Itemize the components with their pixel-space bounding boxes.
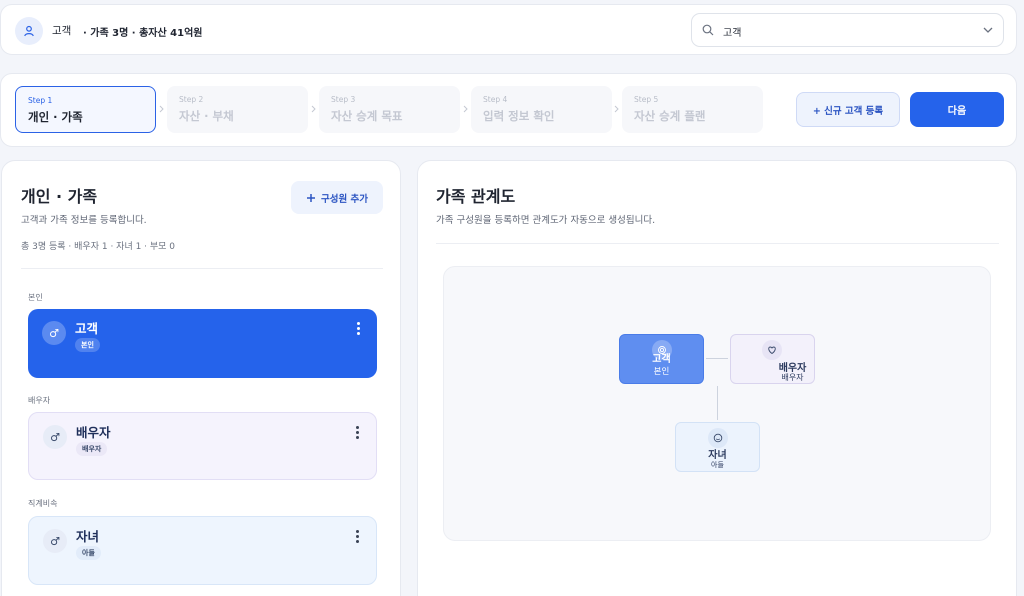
customer-name: 고객 xyxy=(52,25,72,37)
next-button[interactable]: 다음 xyxy=(910,92,1004,127)
member-name: 배우자 xyxy=(76,425,111,440)
more-vertical-icon[interactable] xyxy=(357,322,361,336)
chevron-right-icon xyxy=(159,105,164,113)
node-name: 고객 xyxy=(652,354,671,365)
panel-title: 개인 · 가족 xyxy=(21,187,98,206)
node-name: 자녀 xyxy=(708,450,727,461)
new-customer-button[interactable]: + 신규 고객 등록 xyxy=(796,92,900,127)
child-link xyxy=(717,386,718,420)
step-label: 자산 · 부채 xyxy=(179,109,234,123)
steps-bar: Step 1 개인 · 가족 Step 2 자산 · 부채 Step 3 자산 … xyxy=(0,73,1017,147)
step-5[interactable]: Step 5 자산 승계 플랜 xyxy=(622,86,763,133)
more-vertical-icon[interactable] xyxy=(356,426,360,440)
plus-icon xyxy=(306,193,315,202)
customer-summary: · 가족 3명 · 총자산 41억원 xyxy=(83,28,203,39)
step-number: Step 2 xyxy=(179,95,204,104)
chevron-right-icon xyxy=(311,105,316,113)
section-label-lineal: 직계비속 xyxy=(28,499,58,508)
customer-search-select[interactable]: 고객 xyxy=(691,13,1004,47)
step-4[interactable]: Step 4 입력 정보 확인 xyxy=(471,86,612,133)
family-members-panel: 개인 · 가족 고객과 가족 정보를 등록합니다. 총 3명 등록 · 배우자 … xyxy=(1,160,401,596)
step-label: 자산 승계 플랜 xyxy=(634,109,706,123)
step-number: Step 3 xyxy=(331,95,356,104)
family-tree-canvas: 고객 본인 배우자 배우자 자녀 아들 xyxy=(443,266,991,541)
spouse-link xyxy=(706,358,728,359)
search-value: 고객 xyxy=(723,28,742,39)
member-tag: 아들 xyxy=(76,546,101,560)
member-tag: 배우자 xyxy=(76,442,108,456)
panel-title: 가족 관계도 xyxy=(436,187,516,206)
section-label-self: 본인 xyxy=(28,293,43,302)
add-member-label: 구성원 추가 xyxy=(320,193,368,205)
member-card-child[interactable]: ♂ 자녀 아들 xyxy=(28,516,377,585)
member-card-self[interactable]: ♂ 고객 본인 xyxy=(28,309,377,378)
member-name: 자녀 xyxy=(76,529,100,544)
panel-description: 고객과 가족 정보를 등록합니다. xyxy=(21,215,147,226)
divider xyxy=(436,243,999,244)
more-vertical-icon[interactable] xyxy=(356,530,360,544)
step-2[interactable]: Step 2 자산 · 부채 xyxy=(167,86,308,133)
step-label: 개인 · 가족 xyxy=(28,110,83,124)
step-label: 입력 정보 확인 xyxy=(483,109,555,123)
tree-node-spouse[interactable]: 배우자 배우자 xyxy=(730,334,815,384)
step-number: Step 4 xyxy=(483,95,508,104)
step-1[interactable]: Step 1 개인 · 가족 xyxy=(15,86,156,133)
male-icon: ♂ xyxy=(43,529,67,553)
chevron-right-icon xyxy=(614,105,619,113)
node-role: 아들 xyxy=(711,461,724,469)
chevron-down-icon xyxy=(983,27,993,33)
member-card-spouse[interactable]: ♂ 배우자 배우자 xyxy=(28,412,377,480)
user-icon xyxy=(15,17,43,45)
tree-node-child[interactable]: 자녀 아들 xyxy=(675,422,760,472)
step-3[interactable]: Step 3 자산 승계 목표 xyxy=(319,86,460,133)
male-icon: ♂ xyxy=(43,425,67,449)
member-count: 총 3명 등록 · 배우자 1 · 자녀 1 · 부모 0 xyxy=(21,242,176,252)
chevron-right-icon xyxy=(463,105,468,113)
node-role: 본인 xyxy=(653,367,670,377)
step-number: Step 5 xyxy=(634,95,659,104)
tree-node-self[interactable]: 고객 본인 xyxy=(619,334,704,384)
top-bar: 고객 · 가족 3명 · 총자산 41억원 고객 xyxy=(0,4,1017,55)
smile-icon xyxy=(708,428,728,448)
node-role: 배우자 xyxy=(781,373,804,382)
step-label: 자산 승계 목표 xyxy=(331,109,403,123)
member-tag: 본인 xyxy=(75,338,100,352)
panel-description: 가족 구성원을 등록하면 관계도가 자동으로 생성됩니다. xyxy=(436,215,656,226)
male-icon: ♂ xyxy=(42,321,66,345)
add-member-button[interactable]: 구성원 추가 xyxy=(291,181,383,214)
divider xyxy=(21,268,383,269)
member-name: 고객 xyxy=(75,321,99,336)
heart-icon xyxy=(762,340,782,360)
family-tree-panel: 가족 관계도 가족 구성원을 등록하면 관계도가 자동으로 생성됩니다. 고객 … xyxy=(417,160,1017,596)
search-icon xyxy=(702,24,714,36)
step-number: Step 1 xyxy=(28,96,53,105)
section-label-spouse: 배우자 xyxy=(28,396,51,405)
